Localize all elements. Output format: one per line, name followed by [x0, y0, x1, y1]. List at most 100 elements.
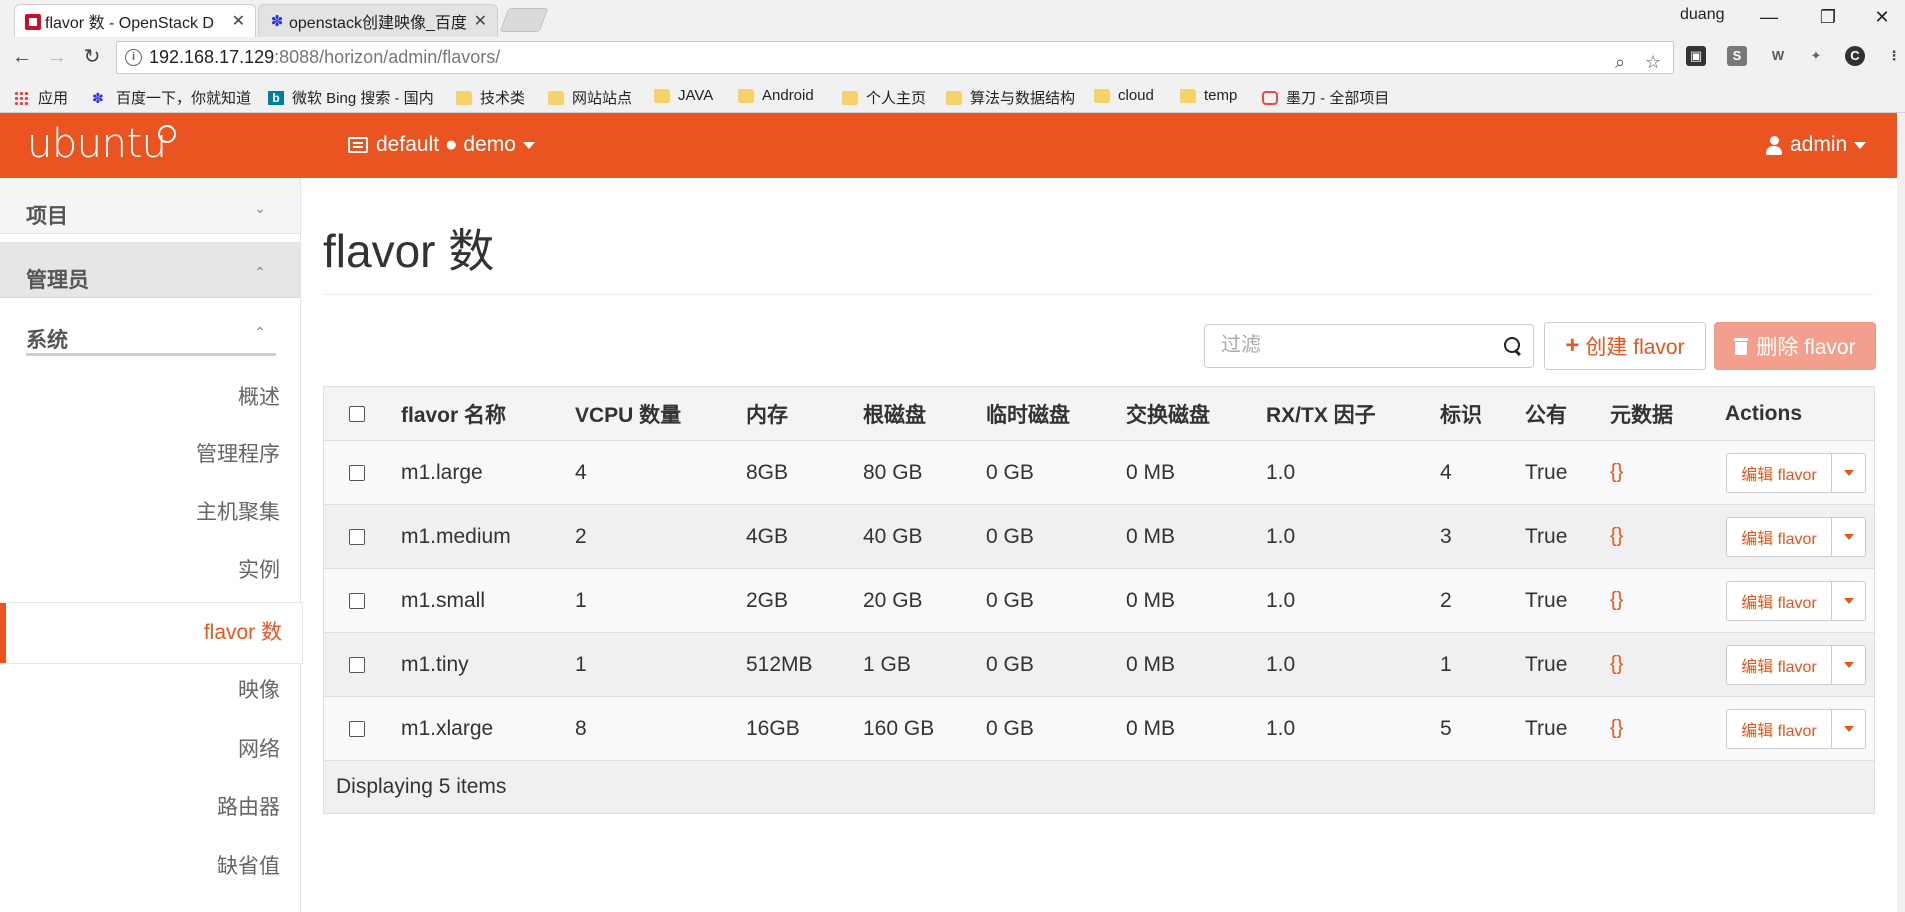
restore-icon[interactable]: ❐ [1810, 4, 1846, 30]
new-tab-button[interactable] [499, 8, 549, 32]
close-icon[interactable]: ✕ [474, 11, 487, 31]
bookmark-folder[interactable]: 网站站点 [548, 87, 632, 108]
column-header-metadata[interactable]: 元数据 [1610, 387, 1673, 440]
cell-vcpus: 2 [575, 524, 587, 548]
sidebar-section-project[interactable]: 项目 ⌄ [0, 178, 300, 234]
column-header-swap-disk[interactable]: 交换磁盘 [1126, 387, 1210, 440]
browser-tab[interactable]: ✽ openstack创建映像_百度 ✕ [258, 4, 498, 37]
caret-down-icon [1843, 470, 1854, 476]
extension-w-icon[interactable]: W [1768, 46, 1788, 66]
bookmark-apps[interactable]: 应用 [14, 87, 68, 108]
app-header: ubuntu default ● demo admin [0, 113, 1897, 178]
edit-flavor-button[interactable]: 编辑 flavor [1726, 517, 1832, 557]
row-checkbox[interactable] [349, 464, 365, 481]
metadata-link[interactable]: {} [1610, 697, 1623, 760]
extension-puzzle-icon[interactable]: ✦ [1806, 46, 1826, 66]
address-bar[interactable]: i 192.168.17.129:8088/horizon/admin/flav… [116, 41, 1674, 74]
sidebar-item-networks[interactable]: 网络 [0, 722, 300, 778]
metadata-link[interactable]: {} [1610, 441, 1623, 504]
bookmark-modao[interactable]: 墨刀 - 全部项目 [1262, 87, 1389, 108]
row-actions-dropdown[interactable] [1832, 581, 1866, 621]
metadata-link[interactable]: {} [1610, 569, 1623, 632]
edit-flavor-button[interactable]: 编辑 flavor [1726, 581, 1832, 621]
sidebar-item-host-aggregates[interactable]: 主机聚集 [0, 485, 300, 541]
cell-root-disk: 20 GB [863, 588, 923, 612]
select-all-checkbox[interactable] [349, 405, 365, 422]
bookmark-folder[interactable]: 个人主页 [842, 87, 926, 108]
title-divider [323, 294, 1873, 295]
column-header-ram[interactable]: 内存 [746, 387, 788, 440]
extension-s-icon[interactable]: S [1727, 46, 1747, 66]
sidebar-item-instances[interactable]: 实例 [0, 543, 300, 599]
sidebar-item-flavors[interactable]: flavor 数 [0, 603, 302, 663]
column-header-root-disk[interactable]: 根磁盘 [863, 387, 926, 440]
column-header-rxtx-factor[interactable]: RX/TX 因子 [1266, 387, 1376, 440]
browser-tab-active[interactable]: flavor 数 - OpenStack D ✕ [14, 4, 256, 37]
bookmark-baidu[interactable]: ✽ 百度一下，你就知道 [92, 87, 251, 108]
table-row: m1.xlarge 8 16GB 160 GB 0 GB 0 MB 1.0 5 … [324, 697, 1874, 761]
row-checkbox[interactable] [349, 720, 365, 737]
cell-id: 4 [1440, 460, 1452, 484]
extension-c-icon[interactable]: C [1845, 46, 1865, 66]
row-actions-dropdown[interactable] [1832, 709, 1866, 749]
column-header-ephemeral-disk[interactable]: 临时磁盘 [986, 387, 1070, 440]
row-checkbox[interactable] [349, 592, 365, 609]
row-checkbox[interactable] [349, 656, 365, 673]
edit-flavor-button[interactable]: 编辑 flavor [1726, 453, 1832, 493]
forward-icon[interactable]: → [43, 43, 71, 71]
search-icon[interactable] [1504, 337, 1522, 355]
section-divider [26, 353, 276, 356]
bookmark-folder[interactable]: cloud [1094, 87, 1154, 104]
create-flavor-button[interactable]: + 创建 flavor [1544, 322, 1706, 370]
bookmark-folder[interactable]: 算法与数据结构 [946, 87, 1075, 108]
sidebar-item-images[interactable]: 映像 [0, 663, 300, 719]
reload-icon[interactable]: ↻ [78, 43, 106, 71]
caret-down-icon [522, 141, 535, 149]
column-header-public[interactable]: 公有 [1525, 387, 1567, 440]
metadata-link[interactable]: {} [1610, 505, 1623, 568]
ubuntu-circle-icon [158, 125, 176, 143]
close-window-icon[interactable]: ✕ [1864, 4, 1900, 30]
cell-public: True [1525, 588, 1568, 612]
bookmark-folder[interactable]: temp [1180, 87, 1237, 104]
edit-flavor-button[interactable]: 编辑 flavor [1726, 645, 1832, 685]
bookmark-label: 网站站点 [572, 90, 633, 107]
delete-flavors-button[interactable]: 删除 flavor [1714, 322, 1876, 370]
zoom-icon[interactable]: ⌕ [1615, 47, 1625, 78]
menu-icon[interactable]: ⋮ [1884, 46, 1904, 66]
user-menu[interactable]: admin [1766, 133, 1867, 157]
edit-flavor-button[interactable]: 编辑 flavor [1726, 709, 1832, 749]
sidebar-item-hypervisors[interactable]: 管理程序 [0, 427, 300, 483]
sidebar-item-overview[interactable]: 概述 [0, 370, 300, 426]
row-actions: 编辑 flavor [1726, 453, 1866, 493]
column-header-name[interactable]: flavor 名称 [401, 387, 506, 440]
row-actions-dropdown[interactable] [1832, 453, 1866, 493]
folder-icon [654, 88, 670, 103]
close-icon[interactable]: ✕ [232, 11, 245, 31]
bookmark-bing[interactable]: b 微软 Bing 搜索 - 国内 [268, 87, 434, 108]
bookmark-folder[interactable]: 技术类 [456, 87, 525, 108]
minimize-icon[interactable]: — [1751, 4, 1787, 30]
cell-rxtx-factor: 1.0 [1266, 460, 1296, 484]
sidebar-item-defaults[interactable]: 缺省值 [0, 839, 300, 895]
back-icon[interactable]: ← [8, 43, 36, 71]
bookmark-star-icon[interactable]: ☆ [1645, 47, 1661, 78]
project-selector[interactable]: default ● demo [348, 133, 535, 157]
table-footer: Displaying 5 items [324, 761, 1874, 813]
sidebar-section-admin[interactable]: 管理员 ⌃ [0, 242, 300, 298]
sidebar-item-routers[interactable]: 路由器 [0, 780, 300, 836]
page-scrollbar[interactable] [1897, 113, 1905, 912]
column-header-vcpus[interactable]: VCPU 数量 [575, 387, 681, 440]
row-actions-dropdown[interactable] [1832, 517, 1866, 557]
row-actions-dropdown[interactable] [1832, 645, 1866, 685]
brand-logo[interactable]: ubuntu [27, 121, 167, 167]
cell-ephemeral-disk: 0 GB [986, 652, 1034, 676]
info-icon[interactable]: i [125, 49, 142, 66]
filter-input[interactable] [1221, 325, 1491, 365]
metadata-link[interactable]: {} [1610, 633, 1623, 696]
bookmark-folder[interactable]: JAVA [654, 87, 713, 104]
bookmark-folder[interactable]: Android [738, 87, 814, 104]
extension-icon[interactable]: ▣ [1686, 46, 1706, 66]
row-checkbox[interactable] [349, 528, 365, 545]
column-header-id[interactable]: 标识 [1440, 387, 1482, 440]
